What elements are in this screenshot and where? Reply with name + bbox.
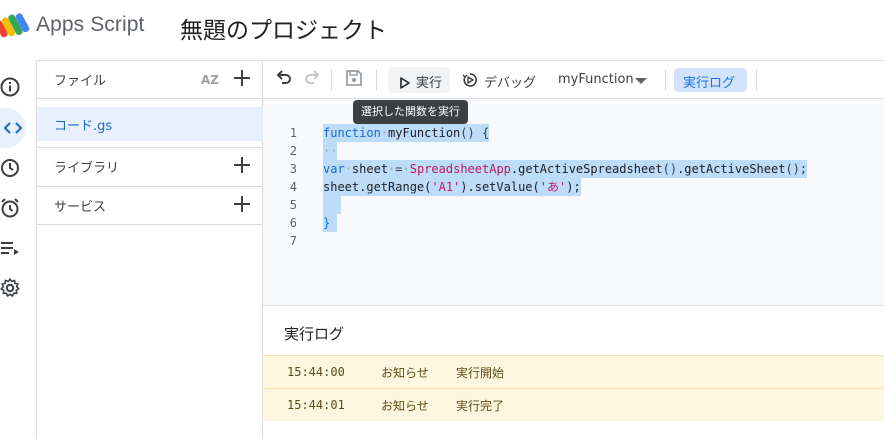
history-button[interactable]: [0, 154, 24, 182]
left-rail: [0, 60, 36, 439]
code-text: ··: [323, 142, 338, 160]
play-icon: [399, 74, 411, 93]
line-number: 2: [289, 144, 297, 158]
log-time: 15:44:01: [287, 398, 345, 412]
code-line: 5: [263, 196, 884, 214]
execution-log-title: 実行ログ: [284, 325, 345, 343]
code-text: function·myFunction() {: [323, 124, 490, 142]
debug-icon: [462, 72, 478, 92]
function-select-value: myFunction: [558, 72, 634, 87]
toolbar-divider: [376, 70, 377, 90]
file-item-code-gs[interactable]: コード.gs: [37, 107, 263, 141]
undo-icon: [275, 69, 293, 91]
log-level: お知らせ: [381, 366, 429, 380]
log-time: 15:44:00: [287, 365, 345, 379]
log-level: お知らせ: [381, 399, 429, 413]
toolbar-divider: [665, 70, 666, 90]
run-button[interactable]: 実行: [388, 67, 450, 93]
line-number: 3: [289, 162, 297, 176]
add-file-button[interactable]: [231, 69, 253, 91]
line-number: 5: [289, 198, 297, 212]
code-line: 4 sheet.getRange('A1').setValue('あ');: [263, 178, 884, 196]
app-name[interactable]: Apps Script: [36, 13, 144, 37]
file-name: コード.gs: [54, 119, 113, 134]
redo-icon: [303, 69, 321, 91]
log-row: 15:44:01 お知らせ 実行完了: [263, 388, 884, 421]
log-message: 実行完了: [456, 399, 505, 413]
line-number: 7: [289, 234, 297, 248]
plus-icon: [233, 156, 251, 178]
code-line: 2 ··: [263, 142, 884, 160]
plus-icon: [233, 69, 251, 91]
code-text: sheet.getRange('A1').setValue('あ');: [323, 178, 581, 196]
info-icon: [0, 76, 21, 98]
code-editor[interactable]: 1 function·myFunction() { 2 ·· 3 var·she…: [263, 100, 884, 306]
code-text: var·sheet·=·SpreadsheetApp.getActiveSpre…: [323, 160, 808, 178]
save-button[interactable]: [343, 69, 365, 91]
dropdown-caret-icon: [635, 78, 647, 84]
code-line: 1 function·myFunction() {: [263, 124, 884, 142]
executions-button[interactable]: [0, 234, 24, 262]
code-text: }: [323, 214, 338, 232]
add-library-button[interactable]: [231, 156, 253, 178]
files-header: ファイル AZ: [37, 61, 263, 99]
log-message: 実行開始: [456, 366, 505, 380]
code-line: 6 }: [263, 214, 884, 232]
function-select[interactable]: myFunction: [556, 68, 656, 92]
toolbar-divider: [331, 70, 332, 90]
redo-button[interactable]: [301, 69, 323, 91]
code-line: 3 var·sheet·=·SpreadsheetApp.getActiveSp…: [263, 160, 884, 178]
toolbar-divider: [756, 70, 757, 90]
run-label: 実行: [416, 76, 443, 91]
execution-log-label: 実行ログ: [683, 76, 736, 91]
clock-icon: [0, 197, 21, 219]
editor-button[interactable]: [0, 108, 26, 148]
sort-az-icon: AZ: [201, 73, 219, 87]
undo-button[interactable]: [273, 69, 295, 91]
run-tooltip: 選択した関数を実行: [353, 100, 468, 124]
editor-toolbar: 実行 デバッグ myFunction 実行ログ: [263, 60, 884, 99]
log-row: 15:44:00 お知らせ 実行開始: [263, 355, 884, 388]
files-header-label: ファイル: [54, 74, 107, 89]
gear-icon: [0, 277, 21, 299]
line-number: 6: [289, 216, 297, 230]
history-icon: [0, 157, 21, 179]
save-icon: [345, 69, 363, 91]
sort-files-button[interactable]: AZ: [200, 70, 222, 90]
line-number: 4: [289, 180, 297, 194]
code-icon: [0, 117, 24, 139]
top-bar: Apps Script 無題のプロジェクト: [0, 0, 884, 56]
execution-log-panel: 実行ログ 15:44:00 お知らせ 実行開始 15:44:01 お知らせ 実行…: [263, 307, 884, 439]
libraries-label: ライブラリ: [54, 161, 120, 176]
code-line: 7: [263, 232, 884, 250]
files-pane: ファイル AZ コード.gs ライブラリ サービス: [36, 60, 263, 439]
apps-script-logo-icon[interactable]: [0, 12, 30, 38]
line-number: 1: [289, 126, 297, 140]
plus-icon: [233, 195, 251, 217]
execution-log-button[interactable]: 実行ログ: [674, 68, 747, 92]
triggers-button[interactable]: [0, 194, 24, 222]
services-label: サービス: [54, 200, 107, 215]
settings-button[interactable]: [0, 274, 24, 302]
project-title[interactable]: 無題のプロジェクト: [180, 11, 387, 45]
debug-label: デバッグ: [484, 76, 537, 91]
overview-button[interactable]: [0, 73, 24, 101]
playlist-icon: [0, 237, 21, 259]
services-section: サービス: [37, 186, 263, 225]
add-service-button[interactable]: [231, 195, 253, 217]
libraries-section: ライブラリ: [37, 147, 263, 186]
